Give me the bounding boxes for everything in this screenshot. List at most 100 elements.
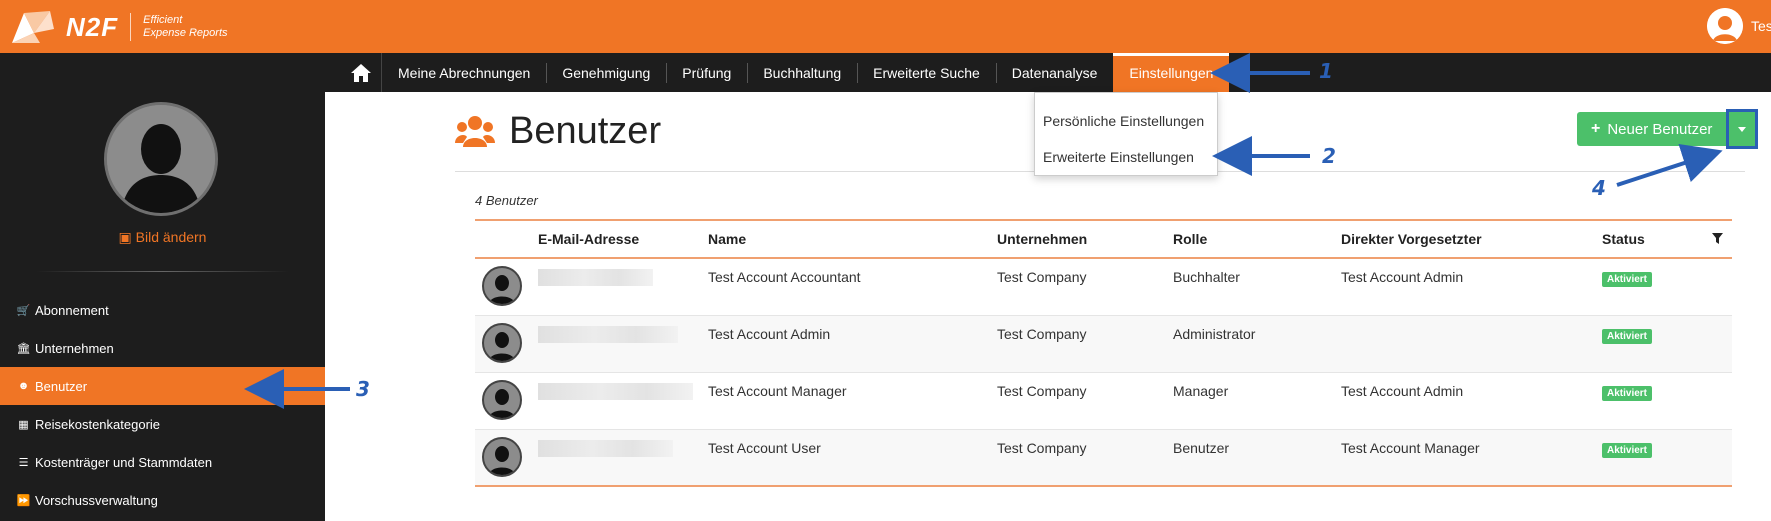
status-badge: Aktiviert: [1602, 328, 1653, 344]
new-user-dropdown-toggle[interactable]: [1726, 109, 1759, 149]
users-icon: [455, 115, 495, 147]
role-cell: Benutzer: [1173, 439, 1230, 456]
forward-icon: ⏩: [16, 494, 31, 507]
sidebar-item-benutzer[interactable]: ☻ Benutzer: [0, 367, 325, 405]
nav-einstellungen[interactable]: Einstellungen: [1113, 53, 1230, 92]
user-silhouette-icon: [482, 322, 522, 363]
status-cell: Aktiviert: [1602, 258, 1712, 315]
annotation-label-3: 3: [356, 377, 370, 401]
home-button[interactable]: [340, 53, 382, 92]
user-avatar-icon: [1707, 8, 1743, 44]
sidebar-item-abonnement[interactable]: 🛒 Abonnement: [0, 291, 325, 329]
email-cell: [538, 258, 708, 315]
cart-icon: 🛒: [16, 304, 31, 317]
logo-wordmark: N2F: [66, 11, 119, 42]
company-cell: Test Company: [997, 382, 1087, 399]
company-cell: Test Company: [997, 325, 1087, 342]
email-cell: [538, 372, 708, 429]
name-cell: Test Account User: [708, 439, 821, 456]
user-silhouette-icon: [482, 266, 522, 306]
sidebar-item-label: Vorschussverwaltung: [35, 492, 158, 508]
top-header: N2F Efficient Expense Reports Test: [0, 0, 1771, 53]
role-cell: Manager: [1173, 382, 1229, 399]
page-title: Benutzer: [509, 110, 662, 152]
profile-picture: [104, 102, 218, 216]
role-cell: Buchhalter: [1173, 269, 1240, 285]
image-icon: ▣: [118, 229, 132, 245]
dropdown-item-persoenliche-einstellungen[interactable]: Persönliche Einstellungen: [1035, 103, 1217, 139]
status-badge: Aktiviert: [1602, 385, 1653, 401]
annotation-label-1: 1: [1319, 59, 1333, 83]
filter-button[interactable]: [1712, 220, 1732, 258]
manager-cell: Test Account Admin: [1341, 269, 1464, 285]
column-manager[interactable]: Direkter Vorgesetzter: [1341, 220, 1602, 258]
change-picture-label: Bild ändern: [135, 229, 207, 245]
avatar: [475, 258, 538, 315]
caret-down-icon: [1738, 126, 1747, 132]
column-name[interactable]: Name: [708, 220, 997, 258]
n2f-logo[interactable]: N2F Efficient Expense Reports: [10, 8, 228, 46]
change-picture-link[interactable]: ▣ Bild ändern: [0, 229, 325, 246]
table-row[interactable]: Test Account Admin Test Company Administ…: [475, 315, 1732, 372]
logo-divider: [130, 13, 132, 41]
avatar: [475, 315, 538, 372]
nav-datenanalyse[interactable]: Datenanalyse: [995, 53, 1114, 92]
email-cell: [538, 429, 708, 486]
table-row[interactable]: Test Account Manager Test Company Manage…: [475, 372, 1732, 429]
person-silhouette-icon: [107, 105, 215, 213]
annotation-label-4: 4: [1592, 176, 1606, 200]
bank-icon: 🏛: [16, 342, 31, 355]
name-cell: Test Account Accountant: [708, 269, 861, 285]
sidebar-menu: 🛒 Abonnement 🏛 Unternehmen ☻ Benutzer ▦ …: [0, 291, 325, 519]
company-cell: Test Company: [997, 269, 1087, 285]
redacted-email: [538, 269, 653, 286]
column-role[interactable]: Rolle: [1173, 220, 1341, 258]
name-cell: Test Account Manager: [708, 382, 847, 399]
page-header: Benutzer: [455, 110, 661, 153]
sidebar: ▣ Bild ändern 🛒 Abonnement 🏛 Unternehmen…: [0, 92, 325, 521]
nav-erweiterte-suche[interactable]: Erweiterte Suche: [857, 53, 996, 92]
user-menu[interactable]: Test: [1707, 8, 1771, 44]
column-email[interactable]: E-Mail-Adresse: [538, 220, 708, 258]
logo-tagline: Efficient Expense Reports: [143, 14, 227, 40]
new-user-button[interactable]: + Neuer Benutzer: [1577, 112, 1727, 146]
table-row[interactable]: Test Account User Test Company Benutzer …: [475, 429, 1732, 486]
redacted-email: [538, 439, 673, 457]
sidebar-item-unternehmen[interactable]: 🏛 Unternehmen: [0, 329, 325, 367]
sidebar-item-vorschussverwaltung[interactable]: ⏩ Vorschussverwaltung: [0, 481, 325, 519]
sidebar-item-kostentraeger[interactable]: ☰ Kostenträger und Stammdaten: [0, 443, 325, 481]
table-row[interactable]: Test Account Accountant Test Company Buc…: [475, 258, 1732, 315]
filter-icon: [1712, 233, 1723, 244]
redacted-email: [538, 325, 678, 343]
sidebar-item-label: Kostenträger und Stammdaten: [35, 454, 213, 470]
nav-buchhaltung[interactable]: Buchhaltung: [747, 53, 857, 92]
dropdown-item-erweiterte-einstellungen[interactable]: Erweiterte Einstellungen: [1035, 139, 1217, 175]
user-name: Test: [1751, 18, 1771, 34]
column-status[interactable]: Status: [1602, 220, 1712, 258]
avatar: [475, 429, 538, 486]
manager-cell: Test Account Admin: [1341, 382, 1464, 399]
table-header-row: E-Mail-Adresse Name Unternehmen Rolle Di…: [475, 220, 1732, 258]
home-icon: [350, 63, 371, 82]
sidebar-item-label: Unternehmen: [35, 340, 114, 356]
nav-genehmigung[interactable]: Genehmigung: [546, 53, 666, 92]
tagline-line-2: Expense Reports: [143, 27, 228, 39]
sidebar-item-label: Abonnement: [35, 302, 109, 318]
company-cell: Test Company: [997, 439, 1087, 456]
plus-icon: +: [1591, 120, 1601, 137]
nav-meine-abrechnungen[interactable]: Meine Abrechnungen: [382, 53, 546, 92]
avatar: [475, 372, 538, 429]
users-icon: ☻: [17, 380, 30, 392]
annotation-label-2: 2: [1322, 144, 1336, 168]
sidebar-item-label: Benutzer: [35, 378, 88, 394]
column-avatar: [475, 220, 538, 258]
nav-pruefung[interactable]: Prüfung: [666, 53, 747, 92]
status-cell: Aktiviert: [1602, 315, 1712, 372]
email-cell: [538, 315, 708, 372]
column-company[interactable]: Unternehmen: [997, 220, 1173, 258]
manager-cell: Test Account Manager: [1341, 439, 1480, 456]
sidebar-item-reisekostenkategorie[interactable]: ▦ Reisekostenkategorie: [0, 405, 325, 443]
settings-dropdown: Persönliche Einstellungen Erweiterte Ein…: [1034, 92, 1218, 176]
tagline-line-1: Efficient: [143, 14, 183, 26]
new-user-label: Neuer Benutzer: [1607, 120, 1713, 138]
